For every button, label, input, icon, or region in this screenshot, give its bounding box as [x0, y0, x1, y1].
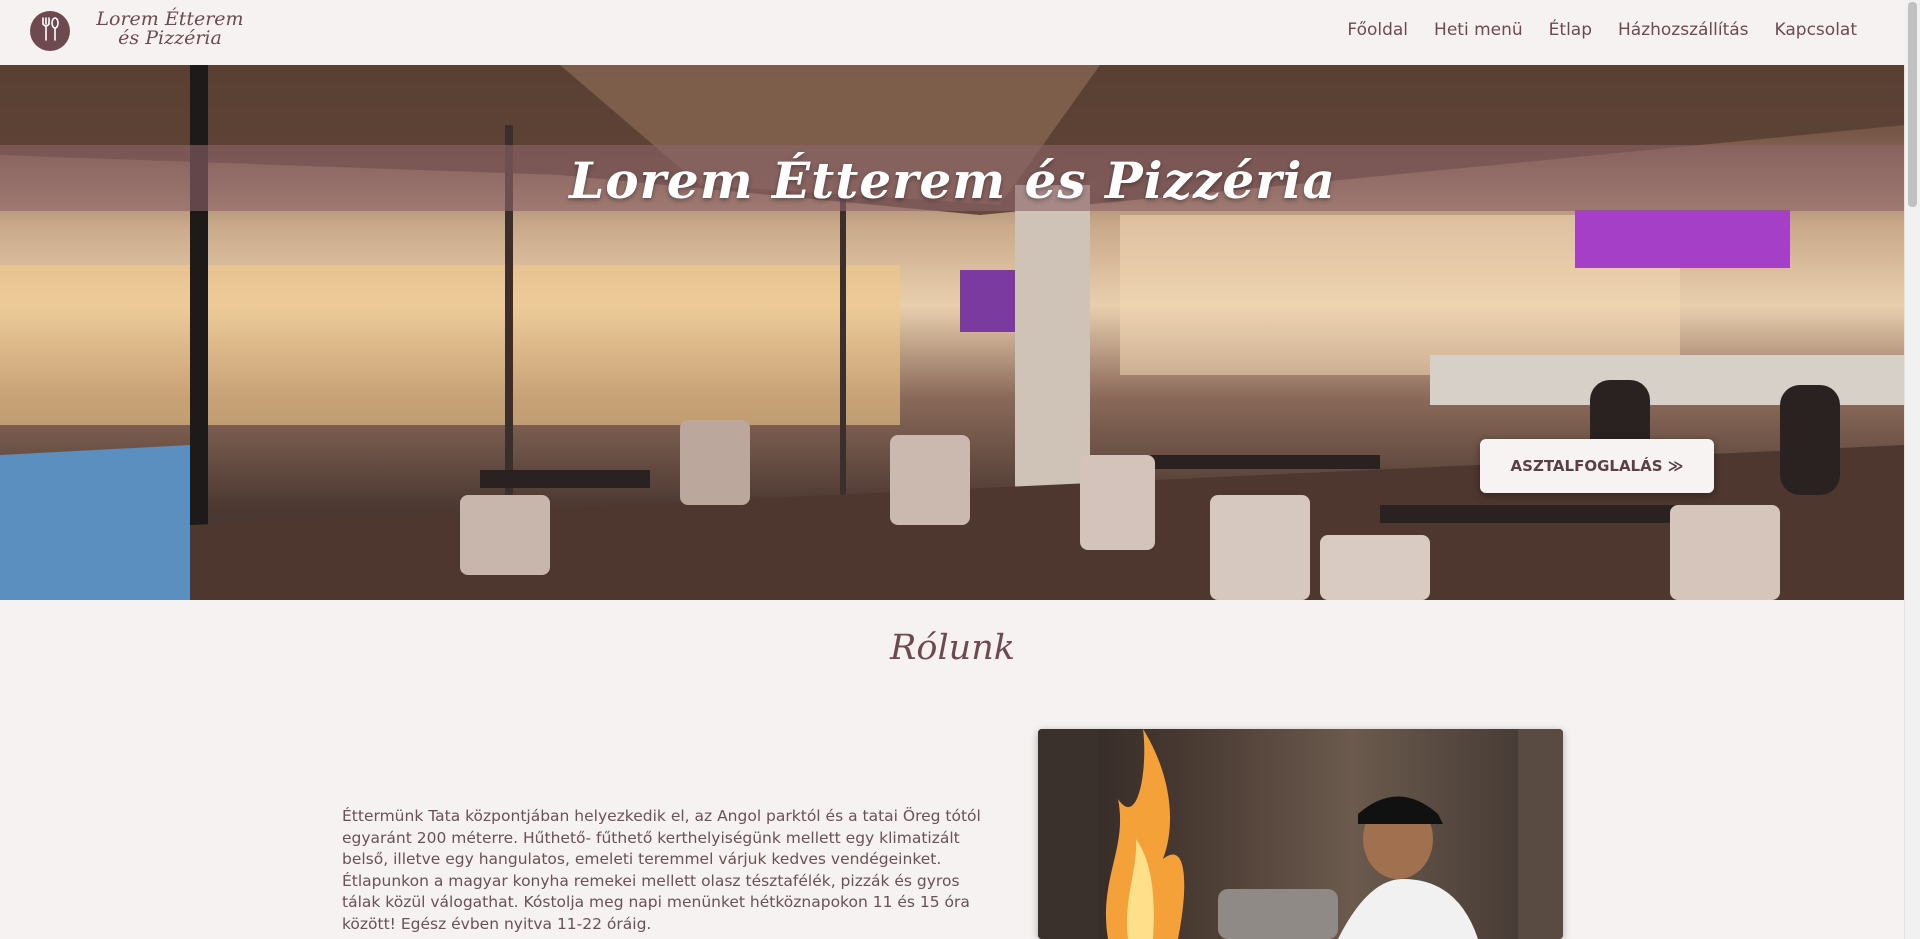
main-nav: Főoldal Heti menü Étlap Házhozszállítás …	[1347, 20, 1857, 40]
about-heading: Rólunk	[890, 628, 1015, 668]
cutlery-icon	[38, 16, 62, 46]
about-text: Éttermünk Tata központjában helyezkedik …	[342, 807, 981, 933]
nav-link-menu[interactable]: Étlap	[1549, 20, 1592, 40]
nav-link-home[interactable]: Főoldal	[1347, 20, 1408, 40]
chef-image	[1038, 729, 1563, 939]
site-header: Lorem Étterem és Pizzéria Főoldal Heti m…	[0, 0, 1905, 65]
hero-banner: Lorem Étterem és Pizzéria ASZTALFOGLALÁS…	[0, 65, 1905, 600]
nav-link-weekly-menu[interactable]: Heti menü	[1434, 20, 1523, 40]
nav-link-delivery[interactable]: Házhozszállítás	[1618, 20, 1749, 40]
brand-name[interactable]: Lorem Étterem és Pizzéria	[90, 10, 250, 48]
page-scrollbar[interactable]	[1904, 0, 1920, 939]
hero-title: Lorem Étterem és Pizzéria	[569, 151, 1336, 210]
logo[interactable]	[30, 11, 70, 51]
scrollbar-thumb[interactable]	[1908, 2, 1917, 207]
nav-link-contact[interactable]: Kapcsolat	[1775, 20, 1857, 40]
table-reservation-button[interactable]: ASZTALFOGLALÁS ≫	[1480, 439, 1714, 493]
